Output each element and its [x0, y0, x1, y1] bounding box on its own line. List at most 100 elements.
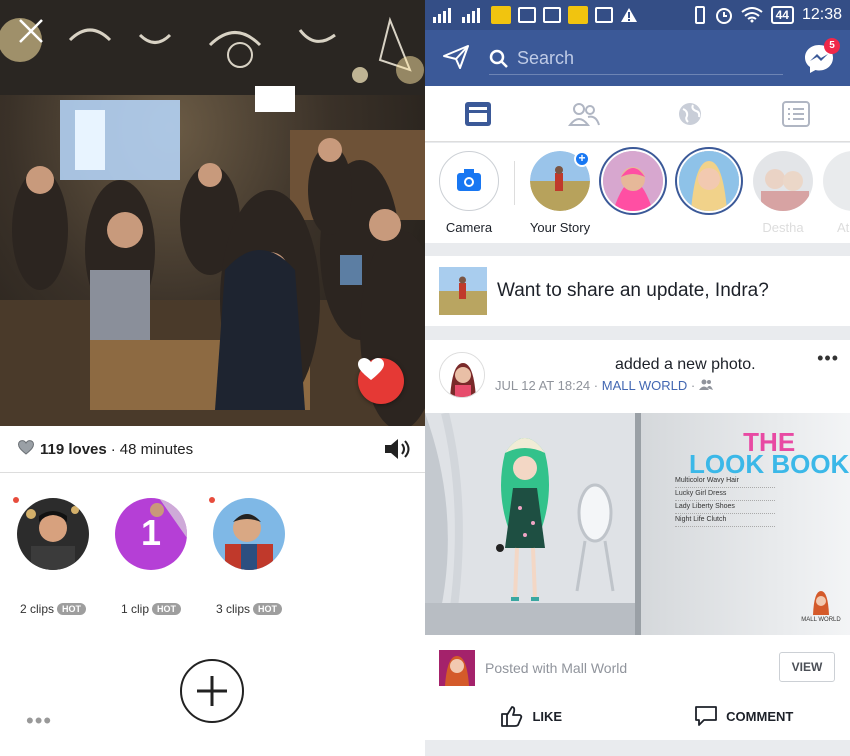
composer-prompt: Want to share an update, Indra? [497, 280, 769, 301]
friends-icon [568, 103, 600, 126]
story-label: Camera [445, 220, 493, 235]
battery-indicator: 44 [770, 6, 794, 24]
messenger-badge: 5 [824, 38, 840, 54]
posted-with-text: Posted with Mall World [485, 660, 628, 676]
clip-label: 1 clip HOT [106, 602, 196, 616]
heart-outline-icon [17, 439, 35, 459]
search-bar[interactable] [489, 43, 783, 75]
story-item[interactable] [595, 151, 671, 220]
status-composer[interactable]: Want to share an update, Indra? [425, 256, 850, 326]
alarm-icon [715, 8, 732, 24]
lookbook-item: Multicolor Wavy Hair [675, 475, 775, 488]
tab-news-feed[interactable] [425, 86, 531, 142]
search-icon [489, 49, 508, 68]
post-meta: JUL 12 AT 18:24 · MALL WORLD · [495, 378, 713, 393]
story-label: At [837, 220, 850, 235]
avatar [603, 151, 663, 211]
wifi-icon [740, 7, 763, 23]
avatar: + [530, 151, 590, 211]
friends-audience-icon [698, 379, 713, 390]
search-input[interactable] [517, 48, 757, 69]
story-label: Your Story [529, 220, 591, 235]
clip-label: 3 clips HOT [204, 602, 294, 616]
story-item[interactable] [671, 151, 747, 220]
clip-count: 1 clip [120, 602, 149, 616]
screen: 119 loves · 48 minutes 2 clipsHOT 1 1 c [0, 0, 850, 756]
news-feed-icon [465, 102, 491, 126]
mail-icon [595, 7, 613, 23]
video-player[interactable] [0, 0, 425, 426]
separator: · [110, 440, 116, 458]
close-icon[interactable] [16, 16, 46, 46]
stories-tray: Camera + Your Story Destha At [425, 143, 850, 243]
lookbook-items: Multicolor Wavy Hair Lucky Girl Dress La… [675, 475, 775, 527]
tab-bar [425, 86, 850, 142]
comment-button[interactable]: COMMENT [638, 695, 850, 737]
app-notification-icon [491, 6, 511, 24]
thumbs-up-icon [501, 706, 523, 727]
like-label: LIKE [532, 708, 563, 724]
comment-label: COMMENT [726, 708, 794, 724]
avatar [823, 151, 850, 211]
clip-item[interactable]: 1 1 clip HOT [106, 490, 196, 616]
speaker-icon[interactable] [383, 438, 411, 464]
direct-send-icon[interactable] [443, 45, 469, 74]
divider [514, 161, 515, 205]
post-date[interactable]: JUL 12 AT 18:24 [495, 378, 590, 393]
hot-badge: HOT [253, 603, 282, 615]
more-options-icon[interactable]: ••• [26, 708, 52, 734]
status-bar: 44 12:38 [425, 0, 850, 30]
post-actions: LIKE COMMENT [425, 695, 850, 737]
lookbook-item: Night Life Clutch [675, 514, 775, 527]
comment-icon [695, 706, 718, 726]
story-item[interactable]: Destha [745, 151, 821, 235]
signal-icon [433, 8, 451, 23]
view-button[interactable]: VIEW [779, 652, 835, 682]
clip-item[interactable]: 2 clips HOT [8, 490, 98, 616]
clip-label: 2 clips HOT [8, 602, 98, 616]
posted-with-row: Posted with Mall World VIEW [439, 650, 839, 686]
tab-friends[interactable] [531, 86, 637, 142]
clip-item[interactable]: 3 clips HOT [204, 490, 294, 616]
clip-number: 1 [140, 512, 162, 553]
hot-badge: HOT [152, 603, 181, 615]
story-your-story[interactable]: + Your Story [522, 151, 598, 235]
lookbook-title-line2: LOOK BOOK [689, 449, 850, 479]
camera-circle [439, 151, 499, 211]
love-button[interactable] [358, 358, 404, 404]
hot-badge: HOT [57, 603, 86, 615]
signal-icon [462, 8, 480, 23]
story-camera[interactable]: Camera [431, 151, 507, 235]
mail-icon [543, 7, 561, 23]
camera-icon [457, 169, 481, 191]
clip-count: 2 clips [19, 602, 54, 616]
story-item[interactable]: At [815, 151, 850, 235]
avatar [17, 498, 89, 570]
profile-thumbnail [439, 267, 487, 315]
avatar [753, 151, 813, 211]
tab-menu[interactable] [743, 86, 849, 142]
post-action-text: added a new photo. [615, 356, 756, 373]
new-dot [209, 497, 215, 503]
lookbook-item: Lucky Girl Dress [675, 488, 775, 501]
avatar[interactable] [439, 352, 485, 398]
separator: · [690, 378, 696, 393]
messenger-icon[interactable]: 5 [802, 38, 840, 76]
add-clip-button[interactable] [180, 659, 244, 723]
post-header: added a new photo. JUL 12 AT 18:24 · MAL… [439, 348, 839, 402]
vibrate-icon [694, 6, 705, 24]
facebook-panel: 44 12:38 5 [425, 0, 850, 756]
new-dot [13, 497, 19, 503]
mall-world-app-icon[interactable] [439, 650, 475, 686]
loves-bar: 119 loves · 48 minutes [0, 426, 425, 473]
tab-notifications[interactable] [637, 86, 743, 142]
mall-world-logo-art [813, 591, 829, 615]
loves-count: 119 loves [40, 440, 107, 458]
mall-world-logo: MALL WORLD [801, 589, 841, 623]
post-options-icon[interactable]: ••• [817, 348, 839, 369]
menu-icon [782, 101, 810, 127]
app-notification-icon [568, 6, 588, 24]
like-button[interactable]: LIKE [425, 695, 638, 737]
app-link[interactable]: MALL WORLD [602, 378, 687, 393]
post-photo[interactable]: THE LOOK BOOK Multicolor Wavy Hair Lucky… [425, 413, 850, 635]
